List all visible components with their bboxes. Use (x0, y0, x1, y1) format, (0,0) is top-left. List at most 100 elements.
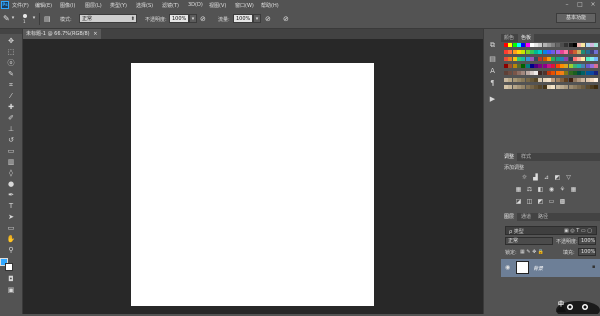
tool-preset-chevron-icon[interactable]: ▾ (10, 14, 16, 23)
brush-tool-icon[interactable]: ✐ (5, 114, 17, 122)
tab-color[interactable]: 颜色 (501, 34, 517, 42)
menu-3d[interactable]: 3D(D) (188, 2, 203, 8)
hand-tool-icon[interactable]: ✋ (5, 235, 17, 243)
pressure-opacity-icon[interactable]: ⊘ (200, 15, 206, 23)
mode-select[interactable]: 正常 ⬍ (79, 14, 137, 23)
photo-filter-icon[interactable]: ◉ (548, 186, 555, 193)
layer-filter-kind: ρ 类型 (509, 229, 524, 235)
curves-icon[interactable]: ⊿ (543, 174, 550, 181)
color-swatch[interactable] (594, 85, 599, 89)
tab-adjustments[interactable]: 调整 (501, 153, 518, 161)
quick-mask-icon[interactable]: ◘ (5, 275, 17, 283)
zoom-tool-icon[interactable]: ⚲ (5, 246, 17, 254)
hue-saturation-icon[interactable]: ▦ (515, 186, 522, 193)
actions-panel-icon[interactable]: ▶ (488, 95, 497, 104)
history-panel-icon[interactable]: ⧉ (488, 41, 497, 50)
quick-select-tool-icon[interactable]: ✎ (5, 70, 17, 78)
lock-icons[interactable]: ▦ ✎ ✥ 🔒 (520, 249, 544, 255)
pen-tool-icon[interactable]: ✒ (5, 191, 17, 199)
invert-icon[interactable]: ◪ (515, 198, 522, 205)
character-panel-icon[interactable]: A (488, 67, 497, 76)
channel-mixer-icon[interactable]: ⚘ (559, 186, 566, 193)
pressure-size-icon[interactable]: ⊘ (283, 15, 289, 23)
history-brush-tool-icon[interactable]: ↺ (5, 136, 17, 144)
tab-swatches[interactable]: 色板 (518, 34, 535, 42)
menu-type[interactable]: 类型(Y) (110, 2, 127, 9)
flow-dropdown-icon[interactable]: ▾ (253, 14, 261, 23)
tab-styles[interactable]: 样式 (518, 153, 534, 161)
ps-logo[interactable]: Ps (1, 1, 9, 9)
color-lookup-icon[interactable]: ▦ (570, 186, 577, 193)
lock-label: 锁定: (505, 250, 517, 256)
color-swatch[interactable] (594, 78, 599, 82)
screen-mode-icon[interactable]: ▣ (5, 286, 17, 294)
color-swatch[interactable] (594, 43, 599, 47)
flow-input[interactable]: 100% (233, 14, 253, 23)
fill-input[interactable]: 100% (578, 248, 596, 256)
tab-layers[interactable]: 图层 (501, 213, 518, 221)
exposure-icon[interactable]: ◩ (554, 174, 561, 181)
document-canvas[interactable] (131, 63, 374, 306)
color-swatch[interactable] (594, 57, 599, 61)
menu-view[interactable]: 视图(V) (209, 2, 226, 9)
close-window-icon[interactable]: × (588, 1, 598, 8)
brush-preset-icon[interactable]: ✎ (3, 15, 10, 23)
airbrush-icon[interactable]: ⊘ (265, 15, 271, 23)
type-tool-icon[interactable]: T (5, 202, 17, 210)
tab-paths[interactable]: 路径 (535, 213, 551, 221)
layer-opacity-input[interactable]: 100% (578, 237, 596, 245)
eye-icon[interactable]: ◉ (505, 264, 510, 271)
tab-channels[interactable]: 通道 (518, 213, 534, 221)
properties-panel-icon[interactable]: ▤ (488, 55, 497, 64)
menu-filter[interactable]: 滤镜(T) (162, 2, 179, 9)
ime-indicator[interactable]: 中 (548, 296, 600, 316)
path-select-tool-icon[interactable]: ➤ (5, 213, 17, 221)
brightness-contrast-icon[interactable]: ☼ (521, 174, 528, 181)
healing-brush-tool-icon[interactable]: ✚ (5, 103, 17, 111)
threshold-icon[interactable]: ◩ (537, 198, 544, 205)
close-tab-icon[interactable]: × (93, 31, 97, 37)
opacity-dropdown-icon[interactable]: ▾ (189, 14, 197, 23)
menu-edit[interactable]: 编辑(E) (35, 2, 52, 9)
opacity-input[interactable]: 100% (169, 14, 189, 23)
vibrance-icon[interactable]: ▽ (565, 174, 572, 181)
menu-window[interactable]: 窗口(W) (235, 2, 254, 9)
marquee-tool-icon[interactable]: ⬚ (5, 48, 17, 56)
shape-tool-icon[interactable]: ▭ (5, 224, 17, 232)
paragraph-panel-icon[interactable]: ¶ (488, 79, 497, 88)
background-color-swatch[interactable] (5, 263, 13, 271)
menu-select[interactable]: 选择(S) (136, 2, 153, 9)
gradient-tool-icon[interactable]: ▥ (5, 158, 17, 166)
filter-icons[interactable]: ▣ ◎ T ▭ ▢ (564, 228, 592, 234)
layer-filter[interactable]: ρ 类型 ▣ ◎ T ▭ ▢ (505, 226, 597, 235)
color-balance-icon[interactable]: ⚖ (526, 186, 533, 193)
eyedropper-tool-icon[interactable]: ⁄ (5, 92, 17, 100)
menu-help[interactable]: 帮助(H) (261, 2, 279, 9)
menu-layer[interactable]: 图层(L) (85, 2, 102, 9)
brush-size-picker[interactable]: 1 (20, 13, 31, 24)
blend-mode-select[interactable]: 正常 (505, 237, 553, 245)
brush-size-chevron-icon[interactable]: ▾ (31, 14, 37, 23)
clone-stamp-tool-icon[interactable]: ⊥ (5, 125, 17, 133)
color-swatch[interactable] (594, 50, 599, 54)
eraser-tool-icon[interactable]: ▭ (5, 147, 17, 155)
selective-color-icon[interactable]: ▩ (559, 198, 566, 205)
minimize-icon[interactable]: – (562, 1, 572, 8)
brush-panel-toggle-icon[interactable]: ▤ (44, 15, 51, 23)
document-tab[interactable]: 未标题-1 @ 66.7%(RGB/8) × (23, 29, 101, 39)
maximize-icon[interactable]: □ (575, 1, 585, 8)
posterize-icon[interactable]: ◫ (526, 198, 533, 205)
menu-image[interactable]: 图像(I) (60, 2, 75, 9)
workspace-switcher[interactable]: 基本功能 (556, 13, 596, 23)
move-tool-icon[interactable]: ✥ (5, 37, 17, 45)
black-white-icon[interactable]: ◧ (537, 186, 544, 193)
color-swatch[interactable] (594, 71, 599, 75)
color-swatch[interactable] (594, 64, 599, 68)
menu-file[interactable]: 文件(F) (12, 2, 29, 9)
crop-tool-icon[interactable]: ⌗ (5, 81, 17, 89)
dodge-tool-icon[interactable]: ● (5, 180, 17, 188)
blur-tool-icon[interactable]: ◊ (5, 169, 17, 177)
levels-icon[interactable]: ▟ (532, 174, 539, 181)
lasso-tool-icon[interactable]: ⓞ (5, 59, 17, 67)
gradient-map-icon[interactable]: ▭ (548, 198, 555, 205)
